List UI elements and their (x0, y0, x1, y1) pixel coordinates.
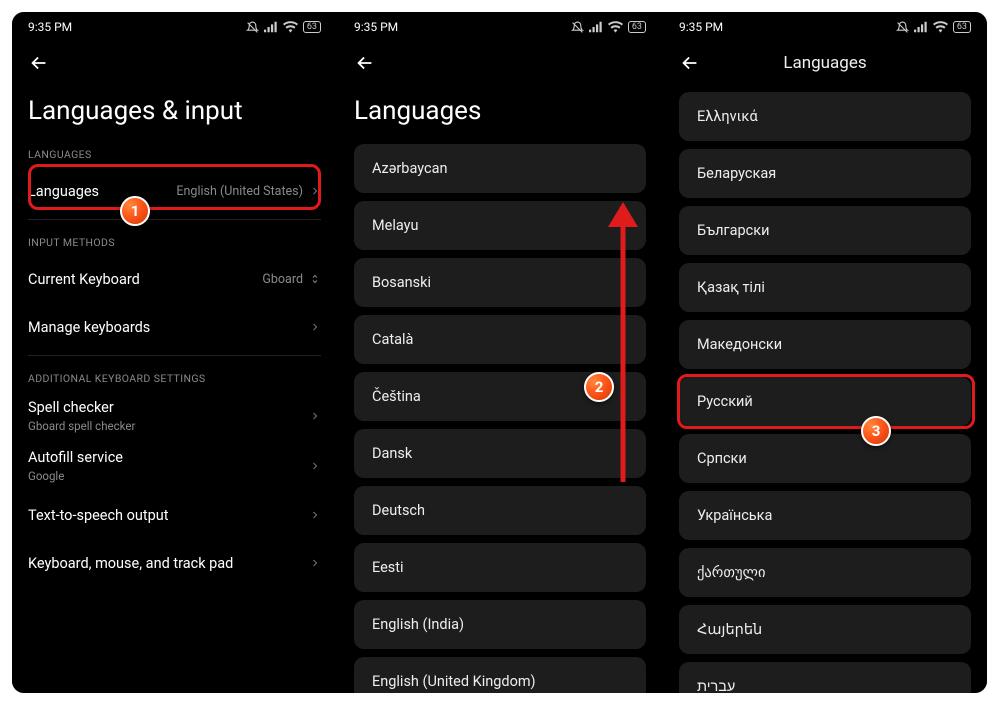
current-keyboard-row[interactable]: Current Keyboard Gboard (28, 255, 321, 303)
clock-text: 9:35 PM (354, 20, 398, 34)
spell-checker-sub: Gboard spell checker (28, 419, 135, 433)
language-item[interactable]: English (India) (354, 600, 646, 649)
wifi-icon (283, 21, 298, 33)
signal-icon (589, 21, 603, 33)
status-icons: 63 (896, 21, 971, 34)
divider (28, 219, 321, 220)
language-item[interactable]: English (United Kingdom) (354, 657, 646, 693)
phone-screen-3: 9:35 PM 63 Languages Ελληνικά Беларуская Б… (662, 12, 987, 693)
languages-row-value: English (United States) (176, 184, 303, 199)
language-item[interactable]: Српски (679, 434, 971, 483)
chevron-right-icon (309, 460, 321, 472)
autofill-label: Autofill service (28, 449, 123, 466)
back-icon[interactable] (28, 52, 50, 74)
section-label-languages: LANGUAGES (28, 140, 321, 167)
language-item[interactable]: Українська (679, 491, 971, 540)
manage-keyboards-row[interactable]: Manage keyboards (28, 303, 321, 351)
spell-checker-label: Spell checker (28, 399, 135, 416)
language-item[interactable]: עברית (679, 662, 971, 693)
autofill-row[interactable]: Autofill service Google (28, 441, 321, 491)
spell-checker-row[interactable]: Spell checker Gboard spell checker (28, 391, 321, 441)
chevron-right-icon (309, 557, 321, 569)
battery-icon: 63 (953, 21, 971, 33)
language-item[interactable]: Eesti (354, 543, 646, 592)
language-item-highlighted[interactable]: Русский (679, 377, 971, 426)
divider (28, 355, 321, 356)
current-keyboard-value: Gboard (262, 272, 303, 287)
header (338, 42, 662, 84)
battery-icon: 63 (628, 21, 646, 33)
language-item[interactable]: Македонски (679, 320, 971, 369)
wifi-icon (933, 21, 948, 33)
header (12, 42, 337, 84)
dnd-icon (246, 21, 259, 34)
chevron-right-icon (309, 509, 321, 521)
signal-icon (914, 21, 928, 33)
signal-icon (264, 21, 278, 33)
chevron-right-icon (309, 410, 321, 422)
language-item[interactable]: Čeština (354, 372, 646, 421)
language-item[interactable]: Қазақ тілі (679, 263, 971, 312)
autofill-sub: Google (28, 469, 123, 483)
language-item[interactable]: Български (679, 206, 971, 255)
status-icons: 63 (246, 21, 321, 34)
language-item[interactable]: Azərbaycan (354, 144, 646, 193)
language-item[interactable]: Melayu (354, 201, 646, 250)
language-item[interactable]: Bosanski (354, 258, 646, 307)
language-list[interactable]: Ελληνικά Беларуская Български Қазақ тілі Мак… (679, 88, 971, 693)
language-item[interactable]: Беларуская (679, 149, 971, 198)
language-item[interactable]: Հայերեն (679, 605, 971, 654)
clock-text: 9:35 PM (28, 20, 72, 34)
chevron-right-icon (309, 321, 321, 333)
battery-icon: 63 (303, 21, 321, 33)
kbm-label: Keyboard, mouse, and track pad (28, 555, 233, 572)
updown-icon (309, 273, 321, 285)
tts-label: Text-to-speech output (28, 507, 169, 524)
languages-row-label: Languages (28, 183, 99, 200)
language-list[interactable]: Azərbaycan Melayu Bosanski Català Čeština Dan… (354, 140, 646, 693)
language-item[interactable]: Ελληνικά (679, 92, 971, 141)
status-bar: 9:35 PM 63 (338, 12, 662, 42)
dnd-icon (571, 21, 584, 34)
language-item[interactable]: Dansk (354, 429, 646, 478)
header: Languages (663, 42, 987, 84)
header-title: Languages (701, 53, 949, 73)
language-item[interactable]: Deutsch (354, 486, 646, 535)
page-title: Languages & input (28, 84, 321, 140)
manage-keyboards-label: Manage keyboards (28, 319, 150, 336)
status-icons: 63 (571, 21, 646, 34)
back-icon[interactable] (679, 52, 701, 74)
back-icon[interactable] (354, 52, 376, 74)
status-bar: 9:35 PM 63 (663, 12, 987, 42)
page-title: Languages (354, 84, 646, 140)
language-item[interactable]: ქართული (679, 548, 971, 597)
section-label-input-methods: INPUT METHODS (28, 228, 321, 255)
screenshot-canvas: 9:35 PM 63 Languages & input LANGUAGES L… (12, 12, 987, 693)
kbm-row[interactable]: Keyboard, mouse, and track pad (28, 539, 321, 587)
wifi-icon (608, 21, 623, 33)
languages-row[interactable]: Languages English (United States) (28, 167, 321, 215)
phone-screen-1: 9:35 PM 63 Languages & input LANGUAGES L… (12, 12, 337, 693)
phone-screen-2: 9:35 PM 63 Languages Azərbaycan Melayu Bos… (337, 12, 662, 693)
language-item[interactable]: Català (354, 315, 646, 364)
current-keyboard-label: Current Keyboard (28, 271, 140, 288)
chevron-right-icon (309, 185, 321, 197)
tts-row[interactable]: Text-to-speech output (28, 491, 321, 539)
clock-text: 9:35 PM (679, 20, 723, 34)
status-bar: 9:35 PM 63 (12, 12, 337, 42)
dnd-icon (896, 21, 909, 34)
section-label-additional: ADDITIONAL KEYBOARD SETTINGS (28, 364, 321, 391)
